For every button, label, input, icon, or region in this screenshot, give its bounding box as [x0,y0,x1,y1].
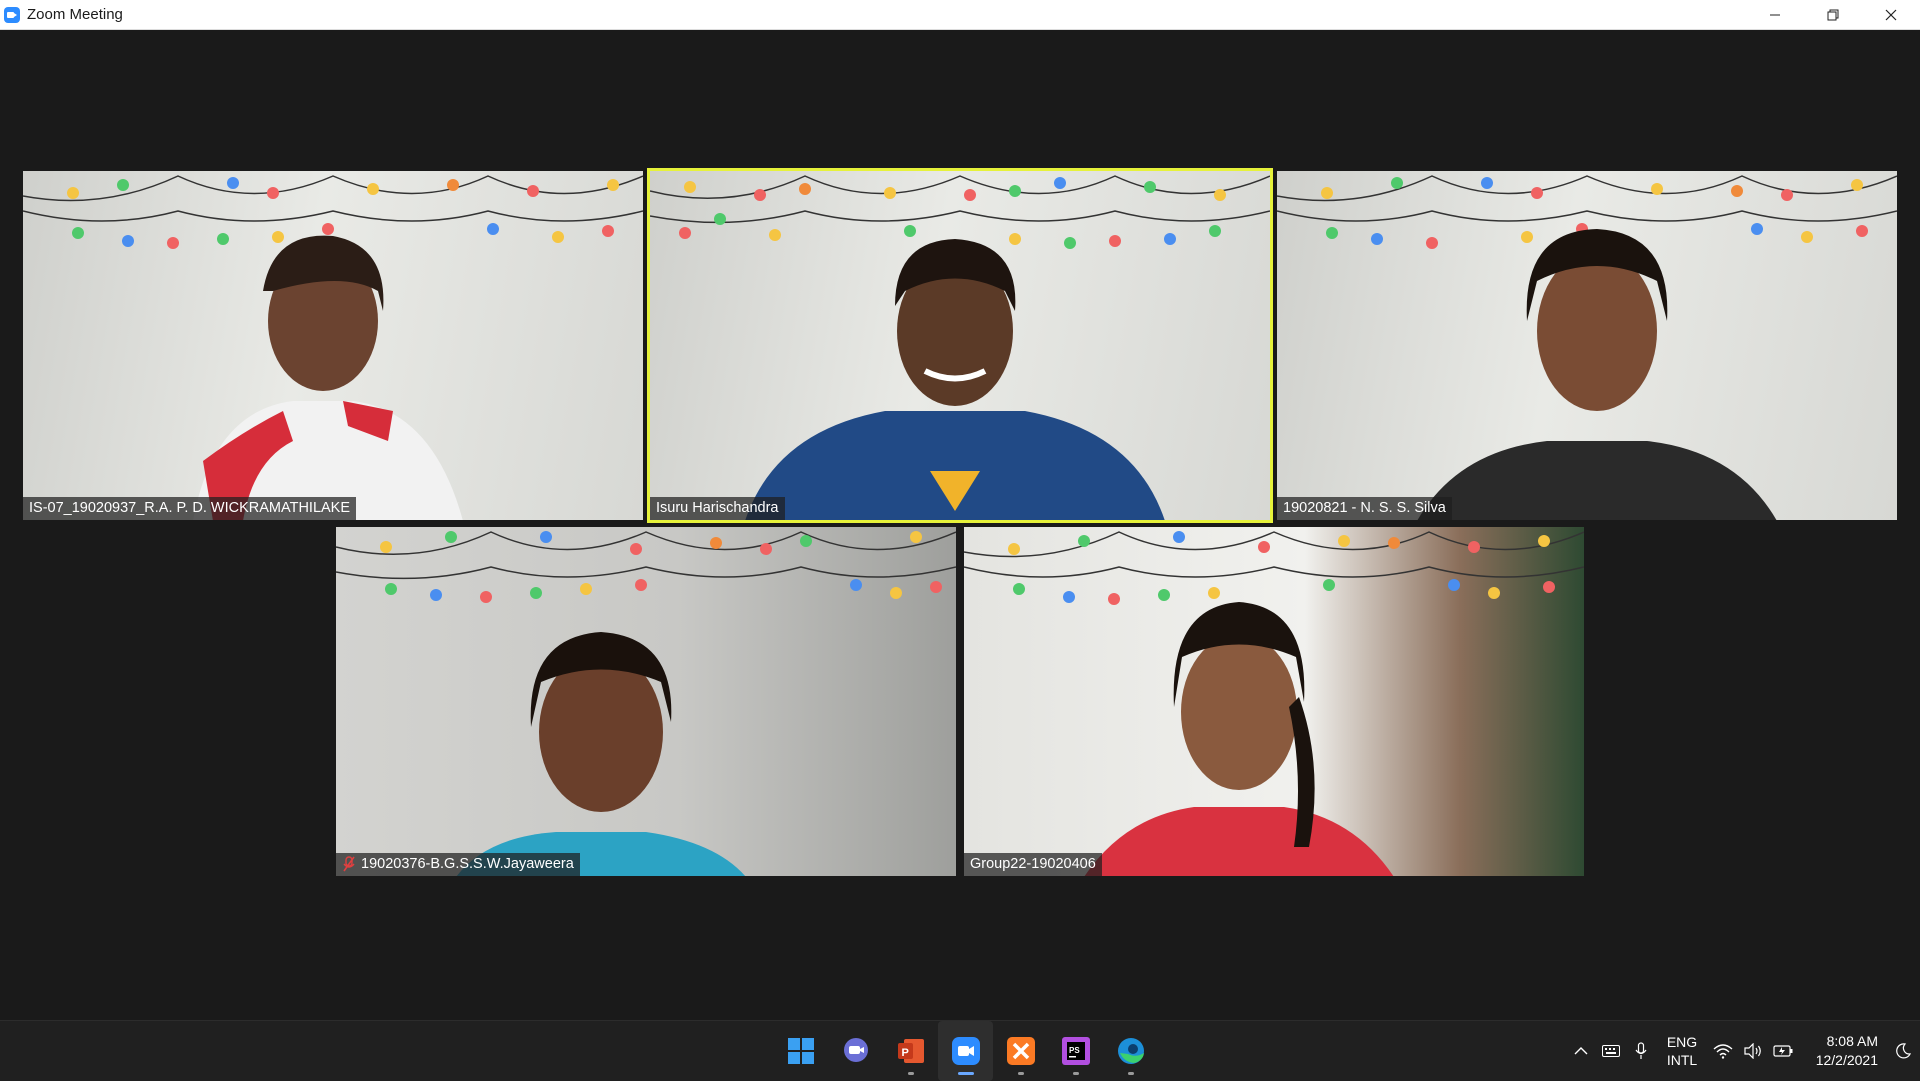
running-indicator [1017,1072,1024,1075]
participant-name-label: 19020376-B.G.S.S.W.Jayaweera [336,853,580,876]
keyboard-layout: INTL [1666,1052,1698,1068]
zoom-icon [951,1037,980,1065]
input-language-button[interactable]: ENG INTL [1656,1033,1708,1069]
network-button[interactable] [1708,1021,1738,1081]
battery-button[interactable] [1768,1021,1798,1081]
participant-video-figure [193,235,463,520]
participant-name: Isuru Harischandra [656,500,779,516]
svg-text:P: P [901,1047,908,1059]
video-tile-participant-2[interactable]: Isuru Harischandra [647,168,1273,523]
taskbar: P PS ENG INTL 8:08 AM 12/2/2021 [0,1020,1920,1081]
restore-icon [1827,9,1839,20]
video-tile-participant-3[interactable]: 19020821 - N. S. S. Silva [1277,171,1897,520]
taskbar-powerpoint[interactable]: P [883,1021,938,1081]
powerpoint-icon: P [897,1039,924,1063]
start-button[interactable] [773,1021,828,1081]
language-code: ENG [1666,1034,1698,1050]
taskbar-apps: P PS [773,1021,1158,1081]
participant-name-label: Group22-19020406 [964,853,1102,876]
edge-icon [1117,1038,1144,1064]
wifi-icon [1713,1044,1733,1059]
participant-name-label: Isuru Harischandra [650,497,785,520]
taskbar-phpstorm[interactable]: PS [1048,1021,1103,1081]
participant-video-figure [456,632,746,876]
window-controls [1746,0,1920,29]
video-tile-participant-4[interactable]: 19020376-B.G.S.S.W.Jayaweera [336,527,956,876]
windows-start-icon [787,1038,814,1064]
participant-name-label: 19020821 - N. S. S. Silva [1277,497,1452,520]
taskbar-edge[interactable] [1103,1021,1158,1081]
running-indicator [957,1072,974,1075]
show-hidden-icons-button[interactable] [1566,1021,1596,1081]
speaker-icon [1744,1043,1761,1059]
minimize-icon [1770,14,1780,15]
restore-button[interactable] [1804,0,1862,29]
participant-name: IS-07_19020937_R.A. P. D. WICKRAMATHILAK… [29,500,351,516]
system-tray: ENG INTL 8:08 AM 12/2/2021 [1566,1021,1920,1081]
volume-button[interactable] [1738,1021,1768,1081]
running-indicator [1127,1072,1134,1075]
teams-chat-icon [843,1038,868,1062]
touch-keyboard-button[interactable] [1596,1021,1626,1081]
taskbar-xampp[interactable] [993,1021,1048,1081]
video-gallery: IS-07_19020937_R.A. P. D. WICKRAMATHILAK… [0,30,1920,1020]
notifications-button[interactable] [1886,1021,1920,1081]
participant-video-figure [1084,602,1394,876]
running-indicator [907,1072,914,1075]
moon-icon [1896,1043,1911,1059]
clock-button[interactable]: 8:08 AM 12/2/2021 [1798,1032,1878,1070]
phpstorm-icon: PS [1061,1037,1090,1065]
battery-charging-icon [1773,1045,1793,1057]
window-title: Zoom Meeting [27,6,123,23]
taskbar-zoom[interactable] [938,1021,993,1081]
close-icon [1885,9,1897,20]
video-tile-participant-1[interactable]: IS-07_19020937_R.A. P. D. WICKRAMATHILAK… [23,171,643,520]
chevron-up-icon [1574,1047,1588,1055]
running-indicator [1072,1072,1079,1075]
string-lights-overlay [336,531,956,603]
participant-video-figure [745,239,1165,520]
minimize-button[interactable] [1746,0,1804,29]
participant-name: 19020821 - N. S. S. Silva [1283,500,1446,516]
clock-date: 12/2/2021 [1815,1052,1878,1068]
keyboard-icon [1602,1045,1620,1057]
microphone-tray-button[interactable] [1626,1021,1656,1081]
microphone-muted-icon [343,856,355,872]
clock-time: 8:08 AM [1826,1033,1878,1049]
svg-text:PS: PS [1069,1046,1080,1055]
participant-name: 19020376-B.G.S.S.W.Jayaweera [361,856,574,872]
microphone-icon [1635,1042,1647,1059]
participant-name: Group22-19020406 [970,856,1096,872]
participant-video-figure [1417,229,1777,520]
video-tile-participant-5[interactable]: Group22-19020406 [964,527,1584,876]
xampp-icon [1006,1037,1035,1065]
zoom-app-icon [4,6,20,23]
participant-name-label: IS-07_19020937_R.A. P. D. WICKRAMATHILAK… [23,497,357,520]
taskbar-chat[interactable] [828,1021,883,1081]
title-bar: Zoom Meeting [0,0,1920,30]
close-button[interactable] [1862,0,1920,29]
